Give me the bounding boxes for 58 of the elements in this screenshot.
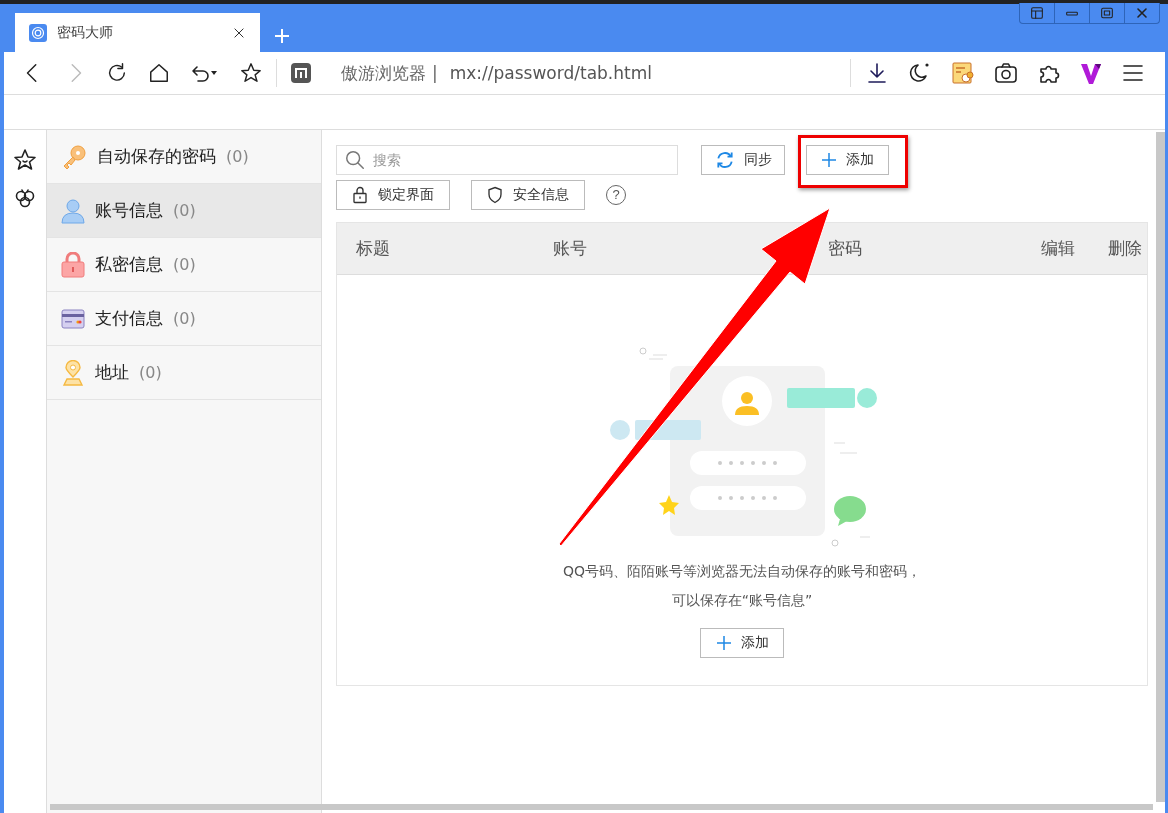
browser-tab[interactable]: 密码大师 — [15, 13, 260, 52]
column-header: 密码 — [828, 237, 863, 260]
item-count: (0) — [226, 147, 249, 166]
separator: | — [432, 63, 438, 83]
add-button[interactable]: 添加 — [806, 144, 889, 175]
camera-icon[interactable] — [994, 61, 1018, 85]
lock-icon — [351, 185, 369, 204]
v-logo-icon[interactable] — [1080, 61, 1102, 85]
person-icon — [61, 197, 85, 224]
notes-icon[interactable] — [951, 61, 975, 85]
sync-button[interactable]: 同步 — [701, 144, 785, 175]
item-count: (0) — [139, 363, 162, 382]
search-field[interactable]: 搜索 — [336, 144, 678, 175]
site-name: 傲游浏览器 — [341, 61, 426, 85]
sidebar-item[interactable]: 支付信息 (0) — [47, 292, 321, 346]
security-button[interactable]: 安全信息 — [471, 179, 585, 210]
empty-message: QQ号码、陌陌账号等浏览器无法自动保存的账号和密码， — [562, 563, 921, 581]
sidebar-item[interactable]: 地址 (0) — [47, 346, 321, 400]
location-pin-icon — [61, 359, 85, 386]
reload-icon[interactable] — [106, 62, 128, 84]
site-icon — [291, 63, 311, 83]
sync-icon — [714, 149, 735, 170]
column-header: 账号 — [553, 237, 588, 260]
column-header: 标题 — [356, 237, 391, 260]
plus-icon — [715, 635, 732, 651]
card-icon — [61, 308, 85, 329]
lock-icon — [61, 251, 85, 278]
star-icon[interactable] — [13, 148, 37, 172]
home-icon[interactable] — [148, 62, 170, 84]
close-icon[interactable] — [232, 25, 246, 40]
scrollbar[interactable] — [50, 804, 1153, 810]
item-label: 自动保存的密码 — [97, 145, 216, 168]
url-text[interactable]: mx://password/tab.html — [449, 63, 856, 83]
item-count: (0) — [173, 309, 196, 328]
help-button[interactable]: ? — [606, 184, 626, 205]
key-icon — [61, 143, 87, 170]
new-tab-icon[interactable] — [274, 28, 290, 44]
download-icon[interactable] — [865, 61, 889, 85]
sidebar-item[interactable]: 账号信息 (0) — [47, 184, 321, 238]
tab-title: 密码大师 — [57, 23, 114, 42]
item-count: (0) — [173, 201, 196, 220]
add-button[interactable]: 添加 — [700, 628, 784, 658]
star-icon[interactable] — [240, 62, 262, 84]
item-label: 地址 — [95, 361, 129, 384]
item-label: 支付信息 — [95, 307, 163, 330]
plus-icon — [821, 151, 837, 168]
item-label: 私密信息 — [95, 253, 163, 276]
search-icon — [344, 148, 366, 171]
lock-button[interactable]: 锁定界面 — [336, 179, 450, 210]
empty-message: 可以保存在“账号信息” — [671, 592, 813, 610]
item-label: 账号信息 — [95, 199, 163, 222]
fingerprint-icon — [29, 23, 47, 42]
scrollbar[interactable] — [1156, 132, 1165, 802]
item-count: (0) — [173, 255, 196, 274]
sidebar-item[interactable]: 私密信息 (0) — [47, 238, 321, 292]
shield-icon — [486, 185, 504, 204]
column-header: 删除 — [1108, 237, 1143, 260]
column-header: 编辑 — [1041, 237, 1076, 260]
